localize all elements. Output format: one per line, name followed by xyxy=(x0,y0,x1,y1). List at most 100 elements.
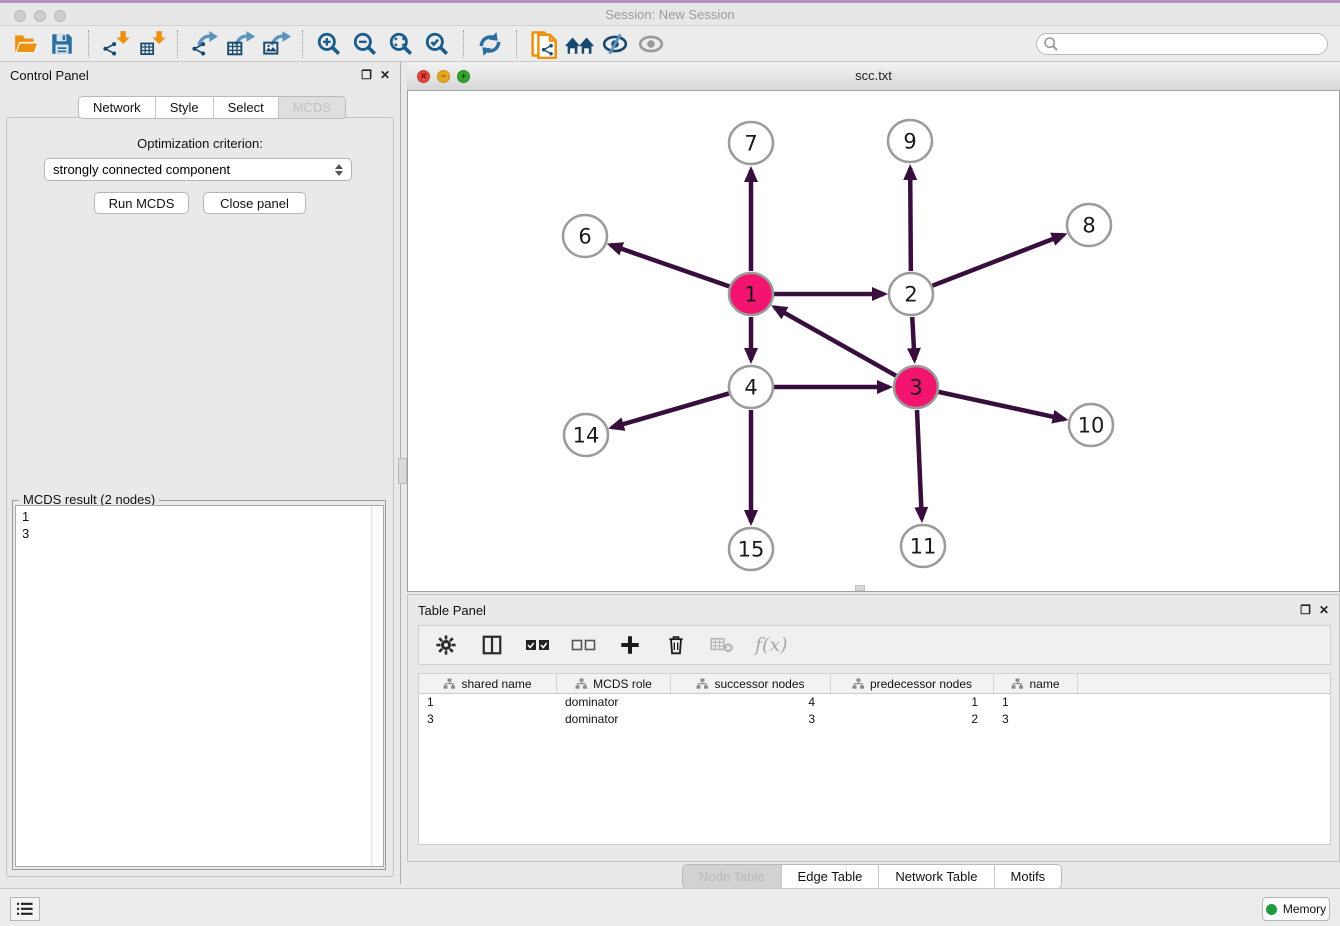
run-mcds-button[interactable]: Run MCDS xyxy=(94,192,189,214)
export-image-icon[interactable] xyxy=(258,28,294,60)
table-panel: Table Panel ❐✕ f(x) shared nameMCDS role… xyxy=(407,594,1340,862)
node-6[interactable]: 6 xyxy=(563,215,607,257)
float-table-panel-icon[interactable]: ❐ xyxy=(1300,604,1311,616)
hide-graphics-icon[interactable] xyxy=(597,28,633,60)
control-panel-tabs: Network Style Select MCDS xyxy=(78,96,346,119)
column-type-icon xyxy=(575,678,588,690)
table-panel-header: Table Panel ❐✕ xyxy=(408,598,1339,622)
table-cell[interactable]: 3 xyxy=(671,711,831,728)
tab-network-table[interactable]: Network Table xyxy=(879,865,994,888)
node-3[interactable]: 3 xyxy=(894,366,938,408)
edge-2-8[interactable] xyxy=(932,235,1063,286)
show-graphics-icon[interactable] xyxy=(633,28,669,60)
svg-text:10: 10 xyxy=(1078,413,1105,437)
pane-resize-grip[interactable] xyxy=(855,585,865,591)
edge-3-10[interactable] xyxy=(938,392,1064,419)
search-input[interactable] xyxy=(1036,33,1328,55)
task-history-button[interactable] xyxy=(10,897,40,921)
edge-3-11[interactable] xyxy=(917,410,922,519)
table-cell[interactable]: dominator xyxy=(557,694,671,711)
network-window-titlebar[interactable]: ✕ − + scc.txt xyxy=(407,62,1340,91)
zoom-fit-icon[interactable] xyxy=(383,28,419,60)
node-8[interactable]: 8 xyxy=(1067,204,1111,246)
result-scrollbar[interactable] xyxy=(371,506,383,866)
edge-2-3[interactable] xyxy=(912,317,914,360)
mcds-result-lines: 1 3 xyxy=(22,509,29,541)
float-panel-icon[interactable]: ❐ xyxy=(361,69,372,81)
home-icon[interactable] xyxy=(561,28,597,60)
apply-layout-icon[interactable] xyxy=(472,28,508,60)
table-settings-icon[interactable] xyxy=(433,632,459,658)
node-11[interactable]: 11 xyxy=(901,525,945,567)
table-cell[interactable]: dominator xyxy=(557,711,671,728)
clone-network-icon[interactable] xyxy=(525,28,561,60)
node-15[interactable]: 15 xyxy=(729,528,773,570)
tab-select[interactable]: Select xyxy=(214,97,279,118)
table-cell[interactable]: 2 xyxy=(831,711,994,728)
zoom-out-icon[interactable] xyxy=(347,28,383,60)
function-builder-icon[interactable]: f(x) xyxy=(755,634,788,656)
export-table-icon[interactable] xyxy=(222,28,258,60)
close-panel-icon[interactable]: ✕ xyxy=(380,69,390,81)
table-cell[interactable]: 1 xyxy=(994,694,1078,711)
column-header-successor-nodes[interactable]: successor nodes xyxy=(671,674,831,693)
select-all-icon[interactable] xyxy=(525,632,551,658)
tab-mcds[interactable]: MCDS xyxy=(279,97,345,118)
edge-3-1[interactable] xyxy=(775,307,896,375)
tab-network[interactable]: Network xyxy=(79,97,156,118)
export-network-icon[interactable] xyxy=(186,28,222,60)
table-cell[interactable]: 3 xyxy=(994,711,1078,728)
list-icon xyxy=(16,901,34,917)
edge-2-9[interactable] xyxy=(910,168,911,271)
mcds-result-text[interactable]: 1 3 xyxy=(15,505,384,867)
node-table[interactable]: shared nameMCDS rolesuccessor nodesprede… xyxy=(418,673,1331,845)
table-cell[interactable]: 4 xyxy=(671,694,831,711)
svg-text:8: 8 xyxy=(1082,213,1095,237)
delete-table-icon[interactable] xyxy=(709,632,735,658)
svg-text:9: 9 xyxy=(903,129,916,153)
node-14[interactable]: 14 xyxy=(564,414,608,456)
criterion-value: strongly connected component xyxy=(53,162,335,177)
edge-4-14[interactable] xyxy=(612,393,729,427)
toolbar-separator xyxy=(177,30,178,58)
network-graph[interactable]: 7 9 6 8 1 2 4 3 14 10 15 11 xyxy=(408,91,1339,589)
node-4[interactable]: 4 xyxy=(729,366,773,408)
zoom-in-icon[interactable] xyxy=(311,28,347,60)
edge-1-6[interactable] xyxy=(610,245,729,287)
node-10[interactable]: 10 xyxy=(1069,404,1113,446)
table-row[interactable]: 1dominator411 xyxy=(419,694,1330,711)
tab-node-table[interactable]: Node Table xyxy=(683,865,782,888)
table-row[interactable]: 3dominator323 xyxy=(419,711,1330,728)
open-session-icon[interactable] xyxy=(8,28,44,60)
node-1[interactable]: 1 xyxy=(729,273,773,315)
column-header-predecessor-nodes[interactable]: predecessor nodes xyxy=(831,674,994,693)
close-table-panel-icon[interactable]: ✕ xyxy=(1319,604,1329,616)
table-cell[interactable]: 3 xyxy=(419,711,557,728)
save-session-icon[interactable] xyxy=(44,28,80,60)
column-header-MCDS-role[interactable]: MCDS role xyxy=(557,674,671,693)
add-column-icon[interactable] xyxy=(617,632,643,658)
column-type-icon xyxy=(443,678,456,690)
node-2[interactable]: 2 xyxy=(889,273,933,315)
splitter-grip[interactable] xyxy=(398,458,407,484)
node-7[interactable]: 7 xyxy=(729,122,773,164)
criterion-select[interactable]: strongly connected component xyxy=(44,158,352,181)
close-panel-button[interactable]: Close panel xyxy=(203,192,306,214)
memory-button[interactable]: Memory xyxy=(1262,897,1330,921)
tab-edge-table[interactable]: Edge Table xyxy=(782,865,880,888)
import-table-icon[interactable] xyxy=(133,28,169,60)
delete-column-icon[interactable] xyxy=(663,632,689,658)
svg-text:2: 2 xyxy=(904,282,917,306)
table-cell[interactable]: 1 xyxy=(831,694,994,711)
network-canvas[interactable]: 7 9 6 8 1 2 4 3 14 10 15 11 xyxy=(408,91,1339,589)
zoom-selected-icon[interactable] xyxy=(419,28,455,60)
import-network-icon[interactable] xyxy=(97,28,133,60)
node-9[interactable]: 9 xyxy=(888,120,932,162)
column-header-name[interactable]: name xyxy=(994,674,1078,693)
column-header-shared-name[interactable]: shared name xyxy=(419,674,557,693)
column-visibility-icon[interactable] xyxy=(479,632,505,658)
tab-motifs[interactable]: Motifs xyxy=(995,865,1062,888)
deselect-all-icon[interactable] xyxy=(571,632,597,658)
tab-style[interactable]: Style xyxy=(156,97,214,118)
table-cell[interactable]: 1 xyxy=(419,694,557,711)
